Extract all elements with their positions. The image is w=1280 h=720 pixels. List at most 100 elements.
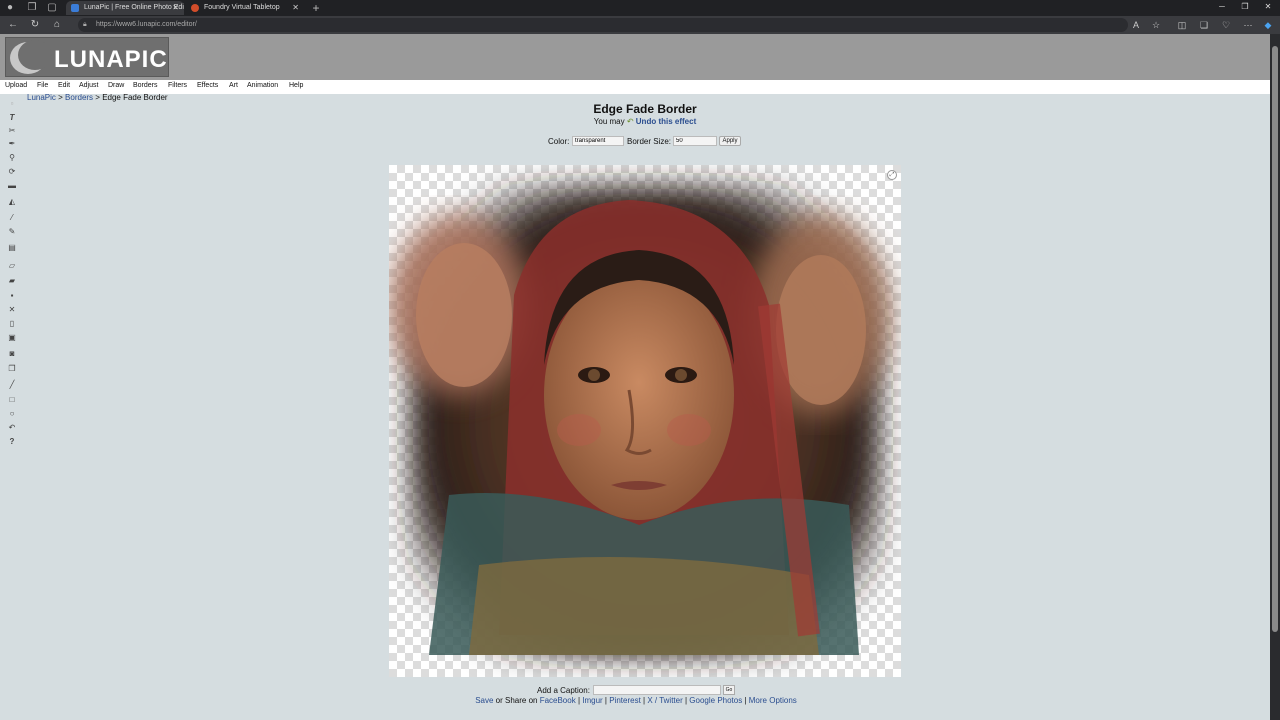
edited-photo [389,185,889,657]
site-header: LUNAPIC [0,34,1270,80]
breadcrumb-lunapic[interactable]: LunaPic [27,93,56,102]
url-text: https://www6.lunapic.com/editor/ [96,21,197,28]
breadcrumb: LunaPic > Borders > Edge Fade Border [27,93,168,102]
crop-icon[interactable]: ▬ [6,180,18,192]
page-scrollbar[interactable] [1270,34,1280,720]
lock-icon: 🔒︎ [83,21,87,28]
border-size-label: Border Size: [627,137,672,146]
open-icon[interactable]: ▰ [6,275,18,287]
logo-text: LUNAPIC [54,46,168,73]
new-tab-icon[interactable]: + [310,2,322,14]
menu-filters[interactable]: Filters [168,82,187,89]
split-screen-icon[interactable]: ◫ [1176,19,1188,31]
circle-icon[interactable]: ○ [6,408,18,420]
share-text: or Share on [493,696,540,705]
menu-animation[interactable]: Animation [247,82,278,89]
rotate-icon[interactable]: ⟳ [6,166,18,178]
tab-foundry[interactable]: Foundry Virtual Tabletop ✕ [186,1,304,15]
caption-go-button[interactable]: Go [723,685,735,695]
breadcrumb-current: Edge Fade Border [102,93,168,102]
menu-effects[interactable]: Effects [197,82,218,89]
foundry-favicon-icon [191,4,199,12]
favorite-star-icon[interactable]: ☆ [1150,19,1162,31]
close-icon[interactable]: ✕ [6,304,18,316]
rectangle-icon[interactable]: □ [6,394,18,406]
share-line: Save or Share on FaceBook | Imgur | Pint… [0,696,1270,705]
undo-effect-link[interactable]: Undo this effect [636,117,696,126]
restore-icon[interactable]: ❐ [1235,2,1255,11]
effect-title: Edge Fade Border [593,102,697,116]
caption-input[interactable] [593,685,721,695]
scrollbar-thumb[interactable] [1272,46,1278,632]
save-icon[interactable]: ▪ [6,290,18,302]
close-icon[interactable]: ✕ [172,1,179,15]
more-options-link[interactable]: More Options [749,696,797,705]
extensions-icon[interactable]: ♡ [1220,19,1232,31]
page: LUNAPIC Upload File Edit Adjust Draw Bor… [0,34,1270,720]
collections-icon[interactable]: ❏ [1198,19,1210,31]
menu-upload[interactable]: Upload [5,82,27,89]
save-link[interactable]: Save [475,696,493,705]
menu-art[interactable]: Art [229,82,238,89]
print-icon[interactable]: ▣ [6,332,18,344]
pencil-icon[interactable]: ✎ [6,226,18,238]
menu-edit[interactable]: Edit [58,82,70,89]
share-pinterest-link[interactable]: Pinterest [609,696,641,705]
expand-icon[interactable]: ⤢ [887,170,897,180]
apply-button[interactable]: Apply [719,136,741,146]
pen-icon[interactable]: ✒ [6,138,18,150]
minimize-icon[interactable]: ─ [1212,2,1232,11]
breadcrumb-borders[interactable]: Borders [65,93,93,102]
tab-actions-icon[interactable]: ▢ [46,2,58,14]
help-icon[interactable]: ? [6,436,18,448]
share-facebook-link[interactable]: FaceBook [540,696,576,705]
moon-logo-icon [10,40,52,74]
undo-line: You may ↶ Undo this effect [0,117,1270,126]
layers-icon[interactable]: ▤ [6,242,18,254]
url-field[interactable]: 🔒︎ https://www6.lunapic.com/editor/ [78,18,1128,32]
share-twitter-link[interactable]: X / Twitter [647,696,682,705]
new-icon[interactable]: ▯ [6,318,18,330]
home-icon[interactable]: ⌂ [51,19,63,31]
share-google-photos-link[interactable]: Google Photos [689,696,742,705]
menu-adjust[interactable]: Adjust [79,82,98,89]
menu-draw[interactable]: Draw [108,82,124,89]
copilot-icon[interactable]: ◆ [1262,19,1274,31]
share-imgur-link[interactable]: Imgur [582,696,602,705]
image-canvas[interactable]: ⤢ [389,165,901,677]
zoom-icon[interactable]: ⚲ [6,152,18,164]
lunapic-favicon-icon [71,4,79,12]
menu-file[interactable]: File [37,82,48,89]
brush-icon[interactable]: ⁄ [6,212,18,224]
color-input[interactable] [572,136,624,146]
read-aloud-icon[interactable]: A [1130,19,1142,31]
browser-address-bar: ← ↻ ⌂ 🔒︎ https://www6.lunapic.com/editor… [0,16,1280,34]
line-icon[interactable]: ╱ [6,379,18,391]
scissors-icon[interactable]: ✂ [6,125,18,137]
undo-icon[interactable]: ↶ [6,422,18,434]
lunapic-logo[interactable]: LUNAPIC [5,37,169,77]
tool-palette: ▫ T ✂ ✒ ⚲ ⟳ ▬ ◭ ⁄ ✎ ▤ ▱ ▰ ▪ ✕ ▯ ▣ ◙ ❐ ╱ … [6,98,20,458]
fill-icon[interactable]: ◭ [6,196,18,208]
border-size-input[interactable] [673,136,717,146]
workspaces-icon[interactable]: ❐ [26,2,38,14]
menu-help[interactable]: Help [289,82,303,89]
duplicate-icon[interactable]: ❐ [6,363,18,375]
profile-icon[interactable]: ● [4,2,16,14]
back-icon[interactable]: ← [7,19,19,31]
eraser-icon[interactable]: ▱ [6,260,18,272]
browser-tab-bar: ● ❐ ▢ LunaPic | Free Online Photo Edit ✕… [0,0,1280,16]
breadcrumb-separator: > [55,93,66,102]
copy-icon[interactable]: ◙ [6,348,18,360]
tab-title: LunaPic | Free Online Photo Edit [84,4,184,11]
menu-bar: Upload File Edit Adjust Draw Borders Fil… [0,80,1270,94]
tab-lunapic[interactable]: LunaPic | Free Online Photo Edit ✕ [66,1,184,15]
reload-icon[interactable]: ↻ [29,19,41,31]
close-icon[interactable]: ✕ [292,1,299,15]
menu-borders[interactable]: Borders [133,82,158,89]
caption-label: Add a Caption: [537,686,590,695]
undo-arrow-icon[interactable]: ↶ [627,117,634,126]
more-icon[interactable]: ⋯ [1242,19,1254,31]
color-label: Color: [548,137,570,146]
close-window-icon[interactable]: ✕ [1258,2,1278,11]
